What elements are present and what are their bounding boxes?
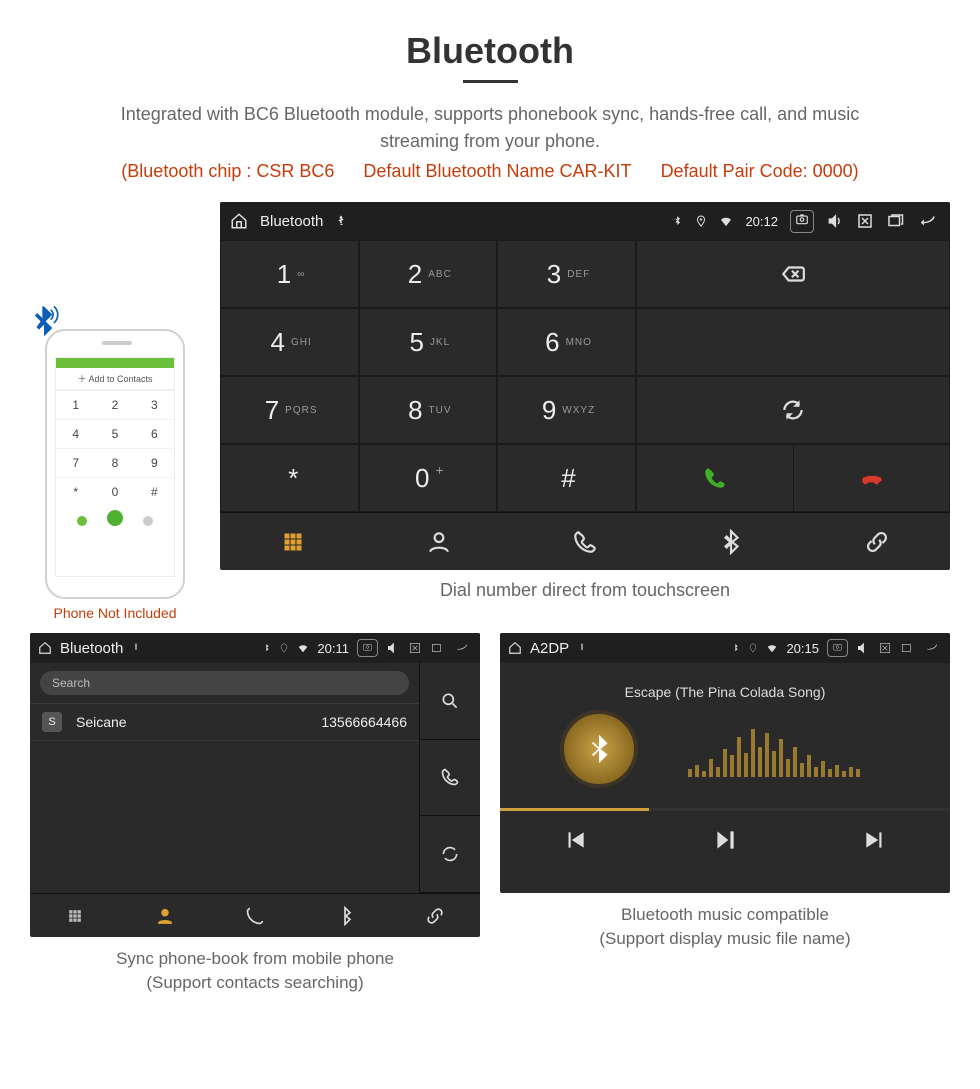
- tab-bluetooth[interactable]: [658, 513, 804, 570]
- music-status-bar: A2DP 20:15: [500, 633, 950, 663]
- key-3[interactable]: 3DEF: [497, 240, 636, 308]
- search-input[interactable]: Search: [40, 671, 409, 695]
- keypad: 1∞2ABC3DEF 4GHI5JKL6MNO 7PQRS8TUV9WXYZ *0+#: [220, 240, 636, 512]
- play-pause-button[interactable]: [650, 811, 800, 869]
- music-statusbar-title: A2DP: [530, 640, 569, 657]
- tab-pair[interactable]: [390, 894, 480, 937]
- pb-statusbar-time: 20:11: [317, 641, 349, 656]
- sync-button[interactable]: [636, 376, 950, 444]
- home-icon[interactable]: [230, 212, 248, 230]
- tab-recents[interactable]: [210, 894, 300, 937]
- key-*[interactable]: *: [220, 444, 359, 512]
- dialer-caption: Dial number direct from touchscreen: [220, 580, 950, 601]
- sync-button[interactable]: [420, 816, 480, 893]
- dialer-device: Bluetooth 20:12 1∞2ABC3DEF 4GHI5JKL6MNO 7P…: [220, 202, 950, 570]
- home-icon[interactable]: [508, 641, 522, 655]
- tab-keypad[interactable]: [30, 894, 120, 937]
- usb-icon: [335, 212, 347, 230]
- music-caption: Bluetooth music compatible (Support disp…: [500, 903, 950, 951]
- pb-status-bar: Bluetooth 20:11: [30, 633, 480, 663]
- call-button[interactable]: [637, 445, 793, 511]
- track-title: Escape (The Pina Colada Song): [625, 684, 826, 700]
- tab-pair[interactable]: [804, 513, 950, 570]
- location-icon: [748, 641, 758, 655]
- contact-tag: S: [42, 712, 62, 732]
- prev-button[interactable]: [500, 811, 650, 869]
- contact-row[interactable]: S Seicane 13566664466: [30, 703, 419, 741]
- phone-mockup: ＋ Add to Contacts 123 456 789 *0# Phone …: [30, 329, 200, 621]
- bt-status-icon: [731, 641, 740, 655]
- key-6[interactable]: 6MNO: [497, 308, 636, 376]
- phonebook-device: Bluetooth 20:11 Search: [30, 633, 480, 937]
- param-name: Default Bluetooth Name CAR-KIT: [363, 161, 631, 181]
- tab-contacts[interactable]: [120, 894, 210, 937]
- hangup-button[interactable]: [793, 445, 949, 511]
- wifi-icon: [719, 212, 733, 230]
- volume-icon[interactable]: [826, 212, 844, 230]
- contact-name: Seicane: [76, 714, 127, 730]
- phone-caption: Phone Not Included: [30, 605, 200, 621]
- search-button[interactable]: [420, 663, 480, 740]
- key-7[interactable]: 7PQRS: [220, 376, 359, 444]
- backspace-button[interactable]: [636, 240, 950, 308]
- key-#[interactable]: #: [497, 444, 636, 512]
- tab-keypad[interactable]: [220, 513, 366, 570]
- contact-list: Search S Seicane 13566664466: [30, 663, 420, 893]
- key-2[interactable]: 2ABC: [359, 240, 498, 308]
- screenshot-icon[interactable]: [790, 210, 814, 233]
- bt-params: (Bluetooth chip : CSR BC6 Default Blueto…: [30, 161, 950, 182]
- usb-icon: [577, 641, 587, 655]
- title-underline: [463, 80, 518, 83]
- recent-apps-icon[interactable]: [886, 212, 904, 230]
- dialer-tabbar: [220, 512, 950, 570]
- tab-bluetooth[interactable]: [300, 894, 390, 937]
- wifi-icon: [297, 641, 309, 655]
- key-8[interactable]: 8TUV: [359, 376, 498, 444]
- back-icon[interactable]: [922, 641, 942, 655]
- back-icon[interactable]: [452, 641, 472, 655]
- music-statusbar-time: 20:15: [786, 641, 819, 656]
- key-1[interactable]: 1∞: [220, 240, 359, 308]
- wifi-icon: [766, 641, 778, 655]
- param-chip: (Bluetooth chip : CSR BC6: [121, 161, 334, 181]
- recent-apps-icon[interactable]: [900, 641, 914, 655]
- close-app-icon[interactable]: [856, 212, 874, 230]
- call-button[interactable]: [420, 740, 480, 817]
- key-5[interactable]: 5JKL: [359, 308, 498, 376]
- screenshot-icon[interactable]: [827, 639, 848, 657]
- statusbar-time: 20:12: [745, 214, 778, 229]
- statusbar-title: Bluetooth: [260, 213, 323, 230]
- tab-contacts[interactable]: [366, 513, 512, 570]
- home-icon[interactable]: [38, 641, 52, 655]
- contact-number: 13566664466: [321, 714, 407, 730]
- close-app-icon[interactable]: [878, 641, 892, 655]
- music-device: A2DP 20:15 Escape (The Pina Colada Song: [500, 633, 950, 893]
- location-icon: [695, 212, 707, 230]
- key-4[interactable]: 4GHI: [220, 308, 359, 376]
- phone-add-contacts: ＋ Add to Contacts: [56, 368, 174, 390]
- key-9[interactable]: 9WXYZ: [497, 376, 636, 444]
- page-title: Bluetooth: [30, 30, 950, 72]
- album-art: [560, 710, 638, 788]
- next-button[interactable]: [800, 811, 950, 869]
- equalizer: [688, 727, 860, 777]
- progress-bar[interactable]: [500, 808, 950, 811]
- recent-apps-icon[interactable]: [430, 641, 444, 655]
- location-icon: [279, 641, 289, 655]
- back-icon[interactable]: [916, 212, 940, 230]
- lead-text: Integrated with BC6 Bluetooth module, su…: [80, 101, 900, 155]
- tab-recents[interactable]: [512, 513, 658, 570]
- volume-icon[interactable]: [386, 641, 400, 655]
- volume-icon[interactable]: [856, 641, 870, 655]
- param-code: Default Pair Code: 0000): [661, 161, 859, 181]
- phonebook-caption: Sync phone-book from mobile phone (Suppo…: [30, 947, 480, 995]
- status-bar: Bluetooth 20:12: [220, 202, 950, 240]
- bt-status-icon: [262, 641, 271, 655]
- usb-icon: [131, 641, 141, 655]
- close-app-icon[interactable]: [408, 641, 422, 655]
- screenshot-icon[interactable]: [357, 639, 378, 657]
- bt-status-icon: [672, 212, 683, 230]
- key-0[interactable]: 0+: [359, 444, 498, 512]
- pb-statusbar-title: Bluetooth: [60, 640, 123, 657]
